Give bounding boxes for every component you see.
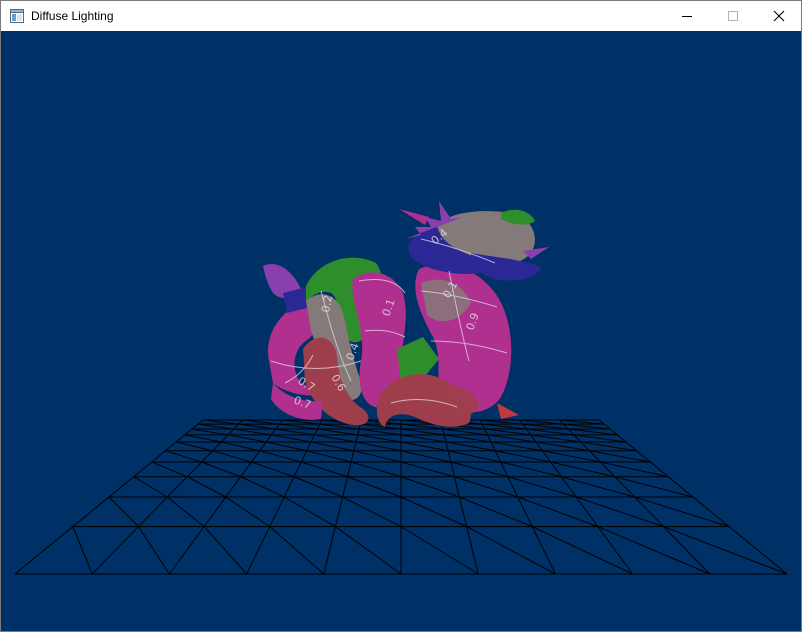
close-icon: [773, 10, 785, 22]
app-icon: [10, 9, 24, 23]
render-viewport[interactable]: 0.1 0.2 0.4 0.6 0.7 0.1 0.9 0.4 0.7: [1, 31, 801, 631]
minimize-button[interactable]: [664, 1, 710, 31]
maximize-icon: [728, 11, 738, 21]
render-canvas[interactable]: 0.10.20.40.60.70.10.90.40.7: [1, 31, 801, 631]
title-bar[interactable]: Diffuse Lighting: [1, 1, 801, 31]
app-window: Diffuse Lighting 0.1 0.2 0.4 0.6 0.7 0.1…: [0, 0, 802, 632]
minimize-icon: [682, 16, 692, 17]
close-button[interactable]: [756, 1, 802, 31]
window-title: Diffuse Lighting: [31, 9, 114, 23]
maximize-button[interactable]: [710, 1, 756, 31]
